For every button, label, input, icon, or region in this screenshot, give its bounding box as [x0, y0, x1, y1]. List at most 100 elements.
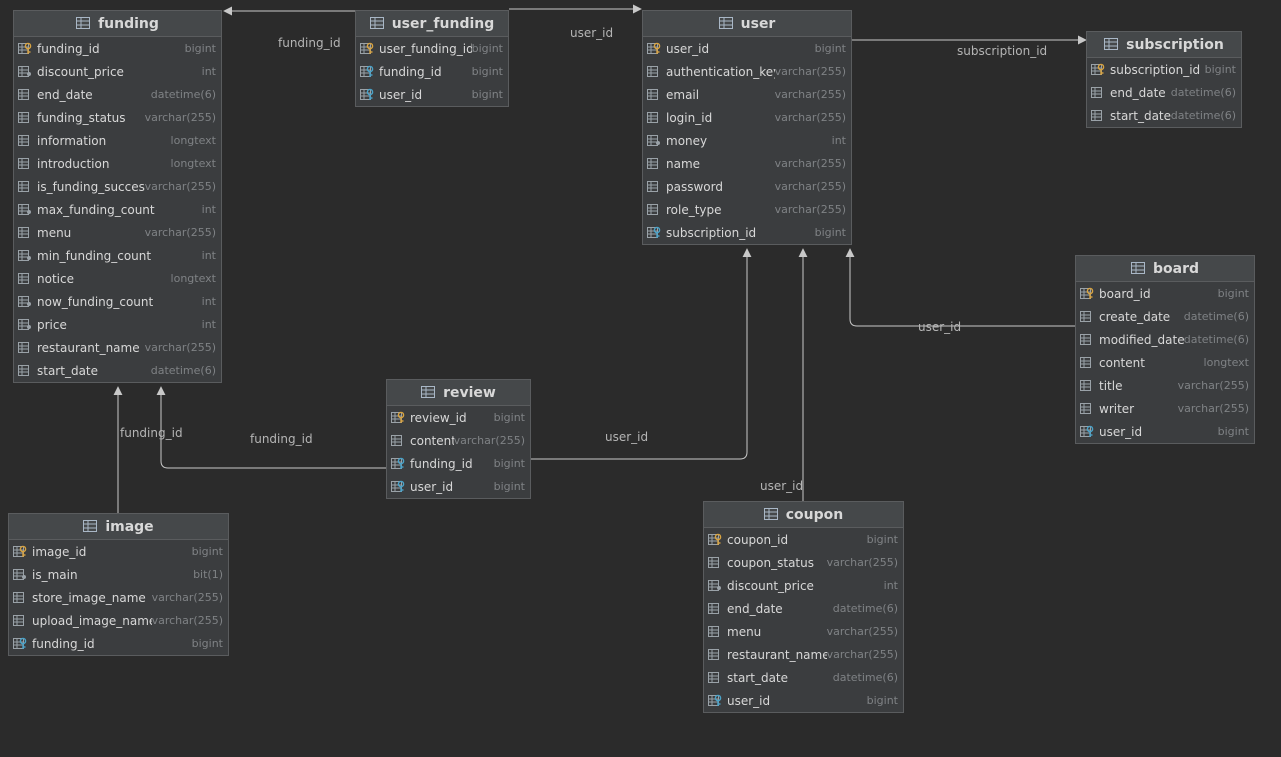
column-row[interactable]: user_id bigint	[1076, 420, 1254, 443]
column-row[interactable]: menu varchar(255)	[14, 221, 221, 244]
column-icon	[391, 434, 405, 447]
column-icon	[1091, 86, 1105, 99]
column-type: varchar(255)	[453, 434, 525, 447]
column-row[interactable]: authentication_key varchar(255)	[643, 60, 851, 83]
column-name: upload_image_name	[32, 613, 152, 628]
column-row[interactable]: name varchar(255)	[643, 152, 851, 175]
table-subscription[interactable]: subscription subscription_id bigint end_dat…	[1086, 31, 1242, 128]
column-row[interactable]: is_main bit(1)	[9, 563, 228, 586]
table-header[interactable]: coupon	[704, 502, 903, 528]
column-row[interactable]: review_id bigint	[387, 406, 530, 429]
column-row[interactable]: end_date datetime(6)	[704, 597, 903, 620]
column-row[interactable]: max_funding_count int	[14, 198, 221, 221]
column-name: menu	[37, 225, 72, 240]
table-header[interactable]: user_funding	[356, 11, 508, 37]
edge-review-to-user	[531, 248, 752, 460]
column-name: restaurant_name	[37, 340, 140, 355]
column-type: varchar(255)	[774, 65, 846, 78]
column-row[interactable]: user_funding_id bigint	[356, 37, 508, 60]
column-row[interactable]: end_date datetime(6)	[14, 83, 221, 106]
column-icon	[18, 226, 32, 239]
column-name: max_funding_count	[37, 202, 155, 217]
column-row[interactable]: funding_id bigint	[9, 632, 228, 655]
column-row[interactable]: store_image_name varchar(255)	[9, 586, 228, 609]
primary-key-icon	[391, 411, 405, 424]
column-type: bigint	[1204, 63, 1236, 76]
table-funding[interactable]: funding funding_id bigint discount_price int…	[13, 10, 222, 383]
column-name: is_main	[32, 567, 78, 582]
column-row[interactable]: login_id varchar(255)	[643, 106, 851, 129]
table-board[interactable]: board board_id bigint create_date datetime(6…	[1075, 255, 1255, 444]
column-name: now_funding_count	[37, 294, 154, 309]
table-header[interactable]: subscription	[1087, 32, 1241, 58]
column-row[interactable]: content longtext	[1076, 351, 1254, 374]
table-header[interactable]: board	[1076, 256, 1254, 282]
table-header[interactable]: review	[387, 380, 530, 406]
column-row[interactable]: end_date datetime(6)	[1087, 81, 1241, 104]
column-row[interactable]: information longtext	[14, 129, 221, 152]
table-header[interactable]: user	[643, 11, 851, 37]
column-name: name	[666, 156, 701, 171]
column-row[interactable]: subscription_id bigint	[1087, 58, 1241, 81]
column-type: int	[201, 65, 216, 78]
column-row[interactable]: introduction longtext	[14, 152, 221, 175]
column-row[interactable]: title varchar(255)	[1076, 374, 1254, 397]
column-row[interactable]: writer varchar(255)	[1076, 397, 1254, 420]
column-row[interactable]: user_id bigint	[356, 83, 508, 106]
column-row[interactable]: restaurant_name varchar(255)	[704, 643, 903, 666]
primary-key-icon	[1080, 287, 1094, 300]
column-row[interactable]: funding_id bigint	[14, 37, 221, 60]
column-row[interactable]: start_date datetime(6)	[1087, 104, 1241, 127]
column-name: coupon_id	[727, 532, 789, 547]
column-row[interactable]: user_id bigint	[387, 475, 530, 498]
column-row[interactable]: menu varchar(255)	[704, 620, 903, 643]
column-name: end_date	[1110, 85, 1166, 100]
column-row[interactable]: now_funding_count int	[14, 290, 221, 313]
column-row[interactable]: user_id bigint	[704, 689, 903, 712]
column-row[interactable]: funding_status varchar(255)	[14, 106, 221, 129]
table-user[interactable]: user user_id bigint authentication_key varch…	[642, 10, 852, 245]
edge-label: subscription_id	[957, 44, 1048, 58]
column-row[interactable]: notice longtext	[14, 267, 221, 290]
column-row[interactable]: start_date datetime(6)	[14, 359, 221, 382]
column-row[interactable]: coupon_status varchar(255)	[704, 551, 903, 574]
column-row[interactable]: email varchar(255)	[643, 83, 851, 106]
column-type: varchar(255)	[826, 556, 898, 569]
column-row[interactable]: funding_id bigint	[356, 60, 508, 83]
table-coupon[interactable]: coupon coupon_id bigint coupon_status varcha…	[703, 501, 904, 713]
column-name: is_funding_success	[37, 179, 145, 194]
table-image[interactable]: image image_id bigint is_main bit(1) store_im…	[8, 513, 229, 656]
column-row[interactable]: upload_image_name varchar(255)	[9, 609, 228, 632]
table-user-funding[interactable]: user_funding user_funding_id bigint funding…	[355, 10, 509, 107]
column-row[interactable]: subscription_id bigint	[643, 221, 851, 244]
table-review[interactable]: review review_id bigint content varchar(255)…	[386, 379, 531, 499]
column-row[interactable]: image_id bigint	[9, 540, 228, 563]
column-name: title	[1099, 378, 1123, 393]
column-row[interactable]: min_funding_count int	[14, 244, 221, 267]
column-row[interactable]: discount_price int	[14, 60, 221, 83]
column-name: introduction	[37, 156, 110, 171]
column-row[interactable]: content varchar(255)	[387, 429, 530, 452]
column-row[interactable]: create_date datetime(6)	[1076, 305, 1254, 328]
column-row[interactable]: password varchar(255)	[643, 175, 851, 198]
table-header[interactable]: funding	[14, 11, 221, 37]
column-type: datetime(6)	[150, 364, 216, 377]
column-row[interactable]: discount_price int	[704, 574, 903, 597]
column-row[interactable]: start_date datetime(6)	[704, 666, 903, 689]
column-row[interactable]: restaurant_name varchar(255)	[14, 336, 221, 359]
foreign-key-icon	[708, 694, 722, 707]
primary-key-icon	[708, 533, 722, 546]
table-header[interactable]: image	[9, 514, 228, 540]
column-row[interactable]: coupon_id bigint	[704, 528, 903, 551]
column-row[interactable]: price int	[14, 313, 221, 336]
column-icon	[18, 272, 32, 285]
column-row[interactable]: role_type varchar(255)	[643, 198, 851, 221]
column-row[interactable]: is_funding_success varchar(255)	[14, 175, 221, 198]
column-type: bigint	[866, 533, 898, 546]
column-row[interactable]: money int	[643, 129, 851, 152]
column-row[interactable]: user_id bigint	[643, 37, 851, 60]
column-row[interactable]: funding_id bigint	[387, 452, 530, 475]
column-row[interactable]: modified_date datetime(6)	[1076, 328, 1254, 351]
column-row[interactable]: board_id bigint	[1076, 282, 1254, 305]
column-type: varchar(255)	[144, 226, 216, 239]
